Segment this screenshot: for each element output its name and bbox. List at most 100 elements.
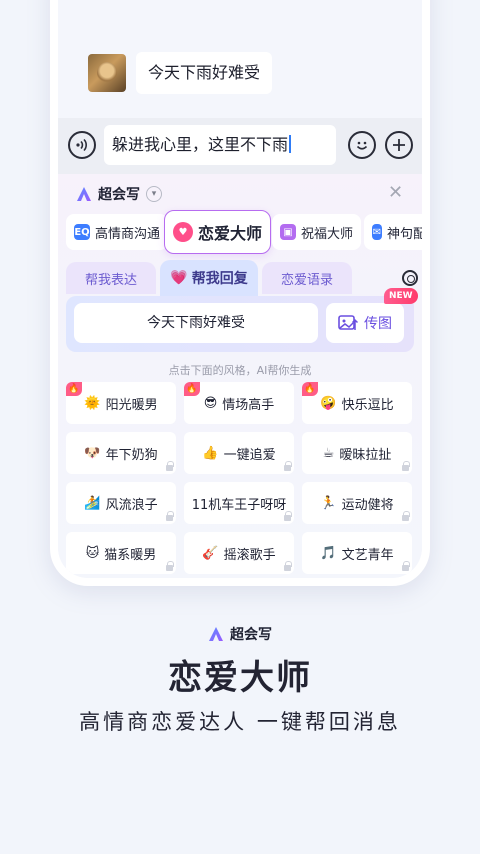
style-emoji: 🐱 bbox=[85, 545, 100, 561]
lock-icon bbox=[402, 511, 410, 521]
style-label: 风流浪子 bbox=[105, 497, 158, 513]
style-button[interactable]: 🏄 风流浪子 bbox=[66, 482, 176, 524]
lock-icon bbox=[166, 511, 174, 521]
style-emoji: 😎 bbox=[203, 395, 218, 411]
style-emoji: 🌞 bbox=[84, 395, 101, 411]
style-hint: 点击下面的风格，AI帮你生成 bbox=[168, 364, 312, 377]
style-label: 运动健将 bbox=[341, 497, 394, 513]
tool-label: 神句配 bbox=[386, 226, 422, 242]
lock-icon bbox=[166, 461, 174, 471]
style-emoji: 🎵 bbox=[320, 545, 337, 561]
assistant-panel: 超会写 ▾ ✕ EQ 高情商沟通 ♥ 恋爱大师 ▣ 祝福大师 ✉ 神句 帮我表达… bbox=[58, 174, 422, 578]
reply-source-text[interactable]: 今天下雨好难受 bbox=[74, 303, 318, 343]
tool-divine-sentence[interactable]: ✉ 神句配 bbox=[364, 214, 422, 250]
style-button[interactable]: 🐶 年下奶狗 bbox=[66, 432, 176, 474]
gift-icon: ▣ bbox=[280, 224, 296, 240]
more-button[interactable] bbox=[385, 131, 413, 159]
style-button[interactable]: 🐱 猫系暖男 bbox=[66, 532, 176, 574]
footer-brand-name: 超会写 bbox=[230, 627, 272, 643]
tool-strip: EQ 高情商沟通 ♥ 恋爱大师 ▣ 祝福大师 ✉ 神句配 bbox=[66, 210, 422, 254]
tool-blessing-master[interactable]: ▣ 祝福大师 bbox=[272, 214, 362, 250]
avatar[interactable] bbox=[88, 54, 126, 92]
style-button[interactable]: 👍 一键追爱 bbox=[184, 432, 294, 474]
style-label: 猫系暖男 bbox=[104, 547, 157, 563]
lock-icon bbox=[284, 511, 292, 521]
settings-icon[interactable] bbox=[402, 270, 418, 286]
style-emoji: 🏄 bbox=[84, 495, 101, 511]
message-input[interactable]: 躲进我心里，这里不下雨 bbox=[104, 125, 336, 165]
style-emoji: 🏃 bbox=[320, 495, 337, 511]
chat-area: 今天下雨好难受 bbox=[58, 0, 422, 118]
hot-badge-icon: 🔥 bbox=[302, 382, 318, 396]
voice-icon bbox=[76, 138, 87, 152]
style-label: 摇滚歌手 bbox=[223, 547, 276, 563]
style-button[interactable]: 🎵 文艺青年 bbox=[302, 532, 412, 574]
tab-love-quotes[interactable]: 恋爱语录 bbox=[262, 262, 352, 294]
upload-image-button[interactable]: 传图 bbox=[326, 303, 404, 343]
tool-eq-communication[interactable]: EQ 高情商沟通 bbox=[66, 214, 169, 250]
style-button[interactable]: 🏃 运动健将 bbox=[302, 482, 412, 524]
style-button[interactable]: 🔥 🌞 阳光暖男 bbox=[66, 382, 176, 424]
style-label: 年下奶狗 bbox=[105, 447, 158, 463]
input-bar: 躲进我心里，这里不下雨 bbox=[58, 118, 422, 174]
lock-icon bbox=[284, 461, 292, 471]
style-label: 11机车王子呀呀 bbox=[191, 497, 287, 513]
tool-love-master[interactable]: ♥ 恋爱大师 bbox=[164, 210, 272, 254]
lock-icon bbox=[166, 561, 174, 571]
heart-chat-icon: ♥ bbox=[173, 222, 193, 242]
heart-icon: 💗 bbox=[170, 270, 188, 286]
footer-brand: 超会写 bbox=[0, 624, 480, 644]
upload-image-label: 传图 bbox=[364, 316, 392, 332]
tab-help-reply[interactable]: 💗 帮我回复 bbox=[160, 260, 258, 296]
close-icon[interactable]: ✕ bbox=[388, 182, 403, 203]
message-input-text: 躲进我心里，这里不下雨 bbox=[112, 135, 289, 154]
phone-screen: 今天下雨好难受 躲进我心里，这里不下雨 超会写 ▾ ✕ EQ 高情商沟通 ♥ 恋… bbox=[58, 0, 422, 578]
hot-badge-icon: 🔥 bbox=[184, 382, 200, 396]
chevron-down-icon[interactable]: ▾ bbox=[146, 186, 162, 202]
text-caret bbox=[289, 135, 292, 153]
phone-mockup: 今天下雨好难受 躲进我心里，这里不下雨 超会写 ▾ ✕ EQ 高情商沟通 ♥ 恋… bbox=[50, 0, 430, 586]
style-label: 文艺青年 bbox=[341, 547, 394, 563]
panel-header: 超会写 ▾ bbox=[76, 184, 162, 204]
mode-tabs: 帮我表达 💗 帮我回复 恋爱语录 bbox=[66, 260, 422, 296]
style-label: 情场高手 bbox=[222, 397, 275, 413]
voice-button[interactable] bbox=[68, 131, 96, 159]
style-emoji: 🤪 bbox=[320, 395, 337, 411]
new-badge: NEW bbox=[384, 288, 418, 304]
reply-card: 今天下雨好难受 传图 NEW bbox=[66, 288, 418, 352]
style-emoji: 👍 bbox=[202, 445, 219, 461]
tab-help-express[interactable]: 帮我表达 bbox=[66, 262, 156, 294]
style-emoji: 🐶 bbox=[84, 445, 101, 461]
style-button[interactable]: 🎸 摇滚歌手 bbox=[184, 532, 294, 574]
style-button[interactable]: 🔥 😎 情场高手 bbox=[184, 382, 294, 424]
emoji-button[interactable] bbox=[348, 131, 376, 159]
plus-icon bbox=[393, 139, 405, 151]
style-emoji: 🎸 bbox=[202, 545, 219, 561]
tab-label: 帮我回复 bbox=[191, 271, 248, 287]
mail-icon: ✉ bbox=[372, 224, 382, 240]
received-message-bubble[interactable]: 今天下雨好难受 bbox=[136, 52, 273, 94]
hot-badge-icon: 🔥 bbox=[66, 382, 82, 396]
brand-logo-icon bbox=[209, 627, 223, 641]
tool-label: 恋爱大师 bbox=[198, 224, 263, 243]
panel-brand-name: 超会写 bbox=[98, 187, 140, 203]
smile-icon bbox=[356, 141, 368, 150]
style-button[interactable]: 11机车王子呀呀 bbox=[184, 482, 294, 524]
style-label: 一键追爱 bbox=[223, 447, 276, 463]
promo-title: 恋爱大师 bbox=[168, 658, 312, 698]
lock-icon bbox=[284, 561, 292, 571]
style-label: 快乐逗比 bbox=[341, 397, 394, 413]
lock-icon bbox=[402, 561, 410, 571]
style-button[interactable]: 🔥 🤪 快乐逗比 bbox=[302, 382, 412, 424]
style-button[interactable]: ☕ 暧昧拉扯 bbox=[302, 432, 412, 474]
style-emoji: ☕ bbox=[322, 445, 335, 461]
eq-icon: EQ bbox=[74, 224, 90, 240]
tool-label: 祝福大师 bbox=[301, 226, 354, 242]
tool-label: 高情商沟通 bbox=[95, 226, 161, 242]
image-upload-icon bbox=[338, 315, 358, 330]
brand-logo-icon bbox=[77, 187, 91, 201]
lock-icon bbox=[402, 461, 410, 471]
style-label: 阳光暖男 bbox=[105, 397, 158, 413]
style-label: 暧昧拉扯 bbox=[339, 447, 392, 463]
promo-subtitle: 高情商恋爱达人 一键帮回消息 bbox=[79, 710, 401, 734]
